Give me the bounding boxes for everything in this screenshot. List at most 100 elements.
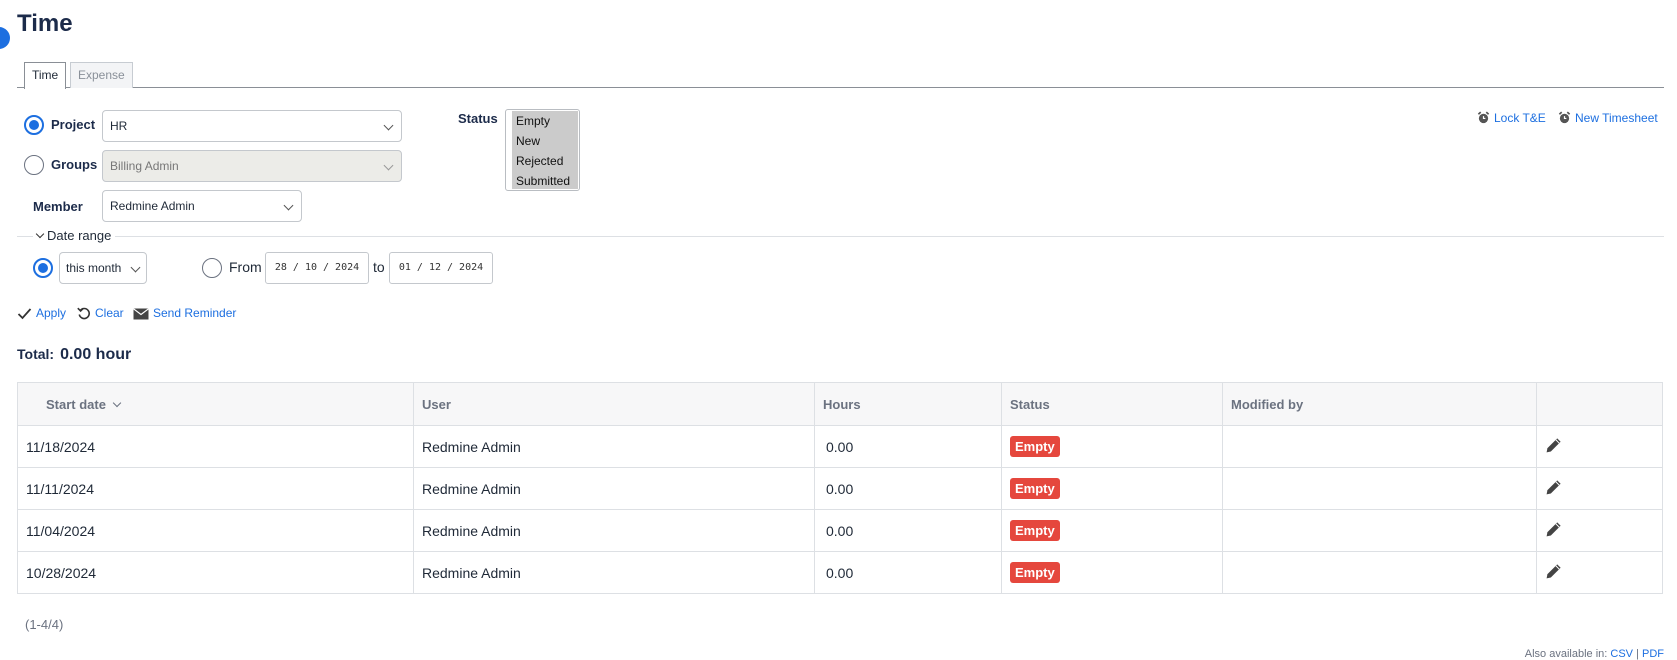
status-option-empty[interactable]: Empty <box>512 111 578 131</box>
pencil-icon <box>1546 563 1561 578</box>
clear-label: Clear <box>95 306 124 320</box>
groups-select: Billing Admin <box>102 150 402 182</box>
reload-icon <box>77 307 90 320</box>
date-range-divider <box>17 236 1664 237</box>
status-option-rejected[interactable]: Rejected <box>512 151 578 171</box>
column-user: User <box>413 382 815 426</box>
status-multiselect[interactable]: Empty New Rejected Submitted <box>505 109 580 191</box>
groups-radio[interactable] <box>24 155 44 175</box>
column-start-date-label: Start date <box>46 396 106 412</box>
chevron-down-icon <box>283 200 294 211</box>
chevron-down-icon <box>383 120 394 131</box>
table-row: 10/28/2024 Redmine Admin 0.00 Empty <box>17 551 1663 594</box>
status-badge: Empty <box>1010 436 1060 457</box>
cell-modified-by <box>1222 551 1537 594</box>
from-date-input[interactable]: 28 / 10 / 2024 <box>265 252 369 284</box>
cell-modified-by <box>1222 425 1537 468</box>
pencil-icon <box>1546 479 1561 494</box>
cell-user: Redmine Admin <box>413 551 815 594</box>
project-select-value: HR <box>110 119 128 133</box>
status-option-submitted[interactable]: Submitted <box>512 171 578 190</box>
pencil-icon <box>1546 437 1561 452</box>
total-summary: Total: 0.00 hour <box>17 346 131 364</box>
member-select[interactable]: Redmine Admin <box>102 190 302 222</box>
to-date-input[interactable]: 01 / 12 / 2024 <box>389 252 493 284</box>
status-option-new[interactable]: New <box>512 131 578 151</box>
tab-time[interactable]: Time <box>24 62 67 89</box>
lock-te-link[interactable]: Lock T&E <box>1477 111 1546 125</box>
column-status: Status <box>1001 382 1223 426</box>
new-timesheet-link[interactable]: New Timesheet <box>1558 111 1658 125</box>
cell-user: Redmine Admin <box>413 425 815 468</box>
send-reminder-button[interactable]: Send Reminder <box>133 306 236 320</box>
send-reminder-label: Send Reminder <box>153 306 237 320</box>
status-badge: Empty <box>1010 562 1060 583</box>
member-select-value: Redmine Admin <box>110 199 195 213</box>
edit-button[interactable] <box>1545 521 1562 541</box>
pdf-link[interactable]: PDF <box>1642 648 1664 660</box>
cell-hours: 0.00 <box>814 467 1002 510</box>
csv-link[interactable]: CSV <box>1610 648 1633 660</box>
column-start-date[interactable]: Start date <box>17 382 414 426</box>
cell-start-date: 11/04/2024 <box>17 509 414 552</box>
pagination-info: (1-4/4) <box>25 617 64 632</box>
cell-hours: 0.00 <box>814 425 1002 468</box>
new-timesheet-label: New Timesheet <box>1575 111 1658 125</box>
member-label: Member <box>33 199 83 214</box>
also-available: Also available in: CSV | PDF <box>1525 648 1664 660</box>
status-badge: Empty <box>1010 478 1060 499</box>
apply-label: Apply <box>36 306 67 320</box>
cell-modified-by <box>1222 509 1537 552</box>
tab-bar: Time Expense <box>17 62 1664 89</box>
table-row: 11/04/2024 Redmine Admin 0.00 Empty <box>17 509 1663 552</box>
clear-button[interactable]: Clear <box>77 306 124 320</box>
cell-user: Redmine Admin <box>413 509 815 552</box>
also-available-label: Also available in: <box>1524 648 1608 660</box>
timesheet-table: Start date User Hours Status Modified by… <box>17 382 1663 594</box>
status-label: Status <box>458 111 498 126</box>
from-label: From <box>229 259 262 275</box>
status-badge: Empty <box>1010 520 1060 541</box>
cell-start-date: 10/28/2024 <box>17 551 414 594</box>
project-label: Project <box>51 117 96 132</box>
cell-user: Redmine Admin <box>413 467 815 510</box>
groups-label: Groups <box>51 157 98 172</box>
chevron-down-icon <box>35 229 45 239</box>
edit-button[interactable] <box>1545 437 1562 457</box>
cell-hours: 0.00 <box>814 551 1002 594</box>
period-radio[interactable] <box>33 258 53 278</box>
column-actions <box>1536 382 1663 426</box>
checkmark-icon <box>17 308 32 320</box>
lock-te-label: Lock T&E <box>1494 111 1546 125</box>
cell-hours: 0.00 <box>814 509 1002 552</box>
project-select[interactable]: HR <box>102 110 402 142</box>
cell-start-date: 11/18/2024 <box>17 425 414 468</box>
edit-button[interactable] <box>1545 563 1562 583</box>
sort-chevron-icon <box>112 398 122 407</box>
total-value: 0.00 hour <box>60 346 132 363</box>
cell-start-date: 11/11/2024 <box>17 467 414 510</box>
custom-range-radio[interactable] <box>202 258 222 278</box>
period-select[interactable]: this month <box>59 252 147 284</box>
to-label: to <box>373 259 385 275</box>
alarm-clock-icon <box>1477 111 1490 124</box>
apply-button[interactable]: Apply <box>17 306 66 320</box>
pencil-icon <box>1546 521 1561 536</box>
table-header-row: Start date User Hours Status Modified by <box>17 382 1663 426</box>
column-hours: Hours <box>814 382 1002 426</box>
total-label: Total: <box>17 346 55 362</box>
edit-button[interactable] <box>1545 479 1562 499</box>
date-range-toggle[interactable]: Date range <box>33 228 116 243</box>
envelope-icon <box>133 308 149 320</box>
chevron-down-icon <box>383 160 394 171</box>
table-row: 11/18/2024 Redmine Admin 0.00 Empty <box>17 425 1663 468</box>
period-select-value: this month <box>66 261 122 275</box>
alarm-clock-icon <box>1558 111 1571 124</box>
project-radio[interactable] <box>24 115 44 135</box>
edge-indicator <box>0 27 10 49</box>
date-range-legend: Date range <box>47 228 112 243</box>
groups-select-value: Billing Admin <box>110 159 179 173</box>
cell-modified-by <box>1222 467 1537 510</box>
tab-expense[interactable]: Expense <box>70 62 133 88</box>
export-separator: | <box>1633 648 1642 660</box>
